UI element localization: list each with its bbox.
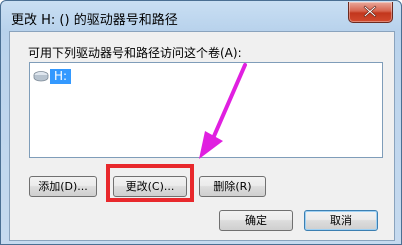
remove-button[interactable]: 删除(R)	[199, 176, 266, 197]
title-bar[interactable]: 更改 H: () 的驱动器号和路径	[1, 1, 401, 31]
list-caption: 可用下列驱动器号和路径访问这个卷(A):	[28, 46, 242, 60]
dialog-window: 更改 H: () 的驱动器号和路径 可用下列驱动器号和路径访问这个卷(A): H…	[0, 0, 402, 245]
add-button[interactable]: 添加(D)...	[29, 176, 97, 197]
list-item[interactable]: H:	[33, 68, 72, 84]
highlight-box	[106, 164, 194, 202]
drive-icon	[33, 71, 49, 82]
window-title: 更改 H: () 的驱动器号和路径	[11, 13, 178, 28]
ok-button[interactable]: 确定	[219, 210, 293, 231]
list-item-label: H:	[50, 68, 72, 84]
close-icon	[363, 5, 377, 18]
cancel-button[interactable]: 取消	[304, 210, 378, 231]
pointer-arrow-icon	[199, 63, 247, 159]
close-button[interactable]	[348, 2, 393, 23]
